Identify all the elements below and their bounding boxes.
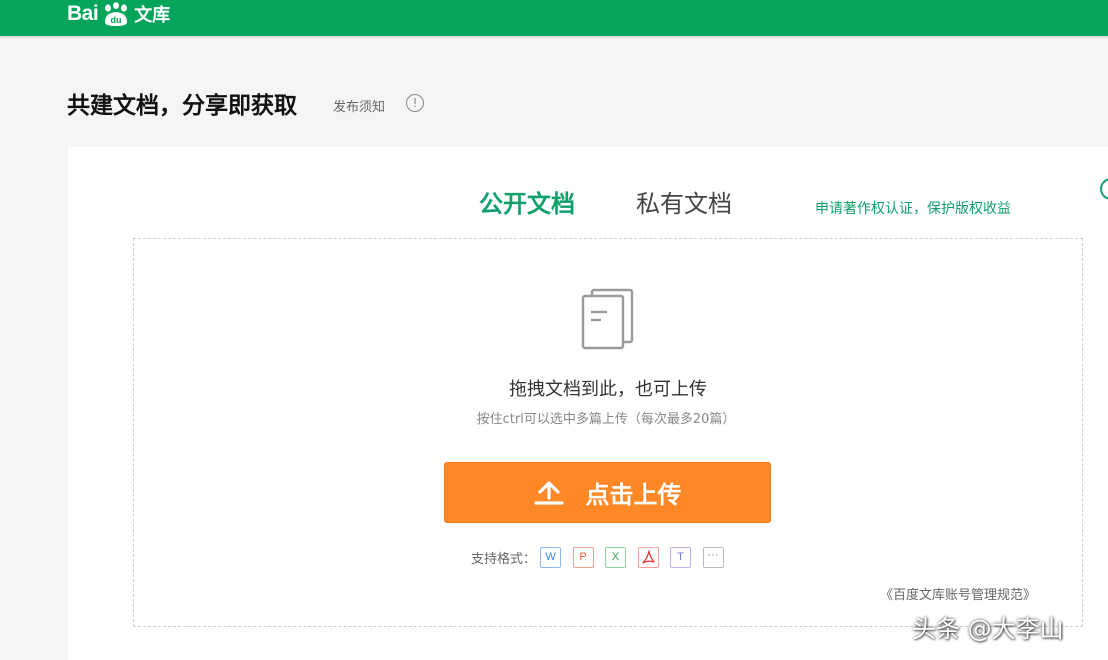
upload-button[interactable]: 点击上传 [444,462,771,523]
top-header-bar: Bai du 文库 [0,0,1108,38]
pdf-glyph [641,549,655,564]
excel-icon: X [605,546,627,568]
txt-icon: T [670,546,692,568]
upload-icon [533,480,564,505]
watermark-text: 头条 @大李山 [912,615,1064,643]
word-icon: W [540,546,562,568]
baidu-wenku-logo[interactable]: Bai du 文库 [67,1,170,27]
copyright-certification-link[interactable]: 申请著作权认证，保护版权收益 [815,198,1011,218]
drop-instruction: 拖拽文档到此，也可上传 [509,379,707,400]
logo-bai-text: Bai [67,2,99,25]
multi-select-hint: 按住ctrl可以选中多篇上传（每次最多20篇） [476,412,736,427]
svg-text:du: du [111,15,122,25]
supported-formats: 支持格式： W P X T ··· [471,546,735,568]
tab-public-documents[interactable]: 公开文档 [479,184,575,219]
pdf-icon [637,546,659,568]
baidu-paw-icon: du [105,2,128,26]
ppt-icon: P [572,546,594,568]
info-icon[interactable]: ! [406,94,424,112]
logo-wenku-text: 文库 [134,5,171,26]
tab-private-documents[interactable]: 私有文档 [636,184,732,219]
formats-label: 支持格式： [471,551,537,567]
page-title: 共建文档，分享即获取 [67,93,297,119]
upload-button-label: 点击上传 [585,481,682,509]
documents-icon [581,288,634,350]
publish-notice-link[interactable]: 发布须知 [333,96,385,115]
more-formats-icon: ··· [702,546,724,568]
account-rules-link[interactable]: 《百度文库账号管理规范》 [880,584,1036,603]
